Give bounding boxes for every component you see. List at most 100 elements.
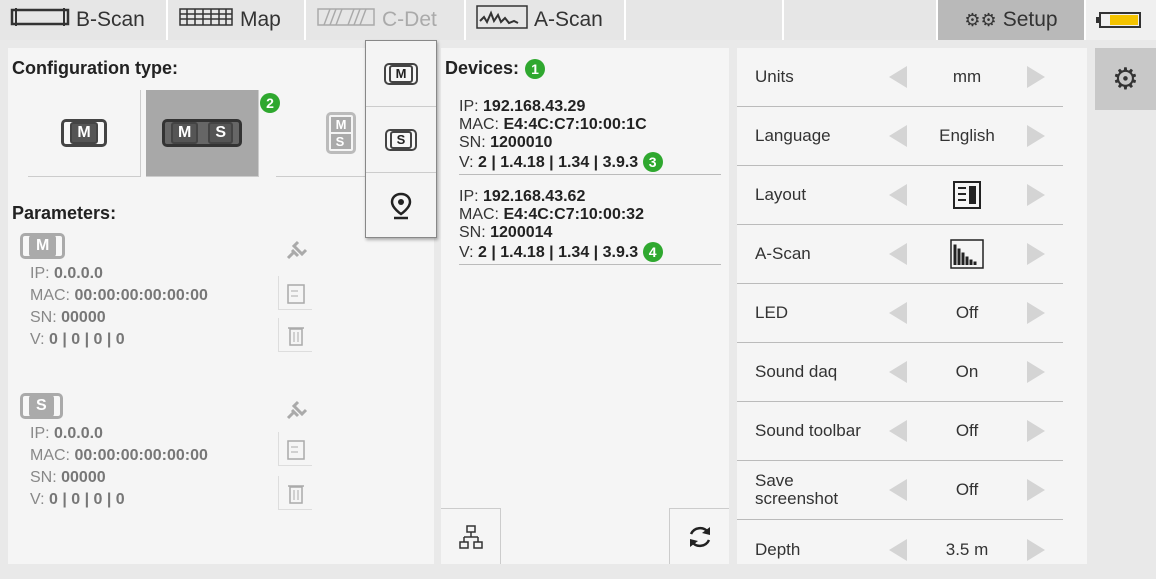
right-arrow-icon[interactable]: [1027, 361, 1045, 383]
param-v: V: 0 | 0 | 0 | 0: [30, 491, 125, 508]
step-badge: 4: [642, 242, 663, 262]
param-block-s: S IP: 0.0.0.0 MAC: 00:00:00:00:00:00 SN:…: [20, 393, 208, 511]
param-v: V: 0 | 0 | 0 | 0: [30, 331, 125, 348]
device-v: V: 2 | 1.4.18 | 1.34 | 3.9.3 4: [459, 242, 721, 262]
gears-icon: ⚙⚙: [964, 9, 997, 30]
setting-save-screenshot: Save screenshot Off: [737, 461, 1063, 520]
probe-ms-stacked-icon: M S: [325, 112, 357, 154]
trash-icon[interactable]: [278, 318, 312, 352]
setting-led: LED Off: [737, 284, 1063, 343]
devices-panel: Devices: 1 IP: 192.168.43.29 MAC: E4:4C:…: [441, 48, 729, 564]
device-mac: MAC: E4:4C:C7:10:00:32: [459, 206, 644, 223]
battery-icon: [1096, 12, 1141, 28]
device-item[interactable]: IP: 192.168.43.29 MAC: E4:4C:C7:10:00:1C…: [459, 98, 721, 175]
param-sn: SN: 00000: [30, 309, 106, 326]
right-arrow-icon[interactable]: [1027, 184, 1045, 206]
plug-icon[interactable]: [284, 238, 310, 269]
device-ip: IP: 192.168.43.29: [459, 98, 586, 115]
setting-value: Off: [955, 421, 979, 440]
right-arrow-icon[interactable]: [1027, 302, 1045, 324]
setting-value: [907, 239, 1027, 269]
side-toolbar: ⚙: [1095, 48, 1156, 564]
left-arrow-icon[interactable]: [889, 125, 907, 147]
tab-label: C-Det: [382, 8, 437, 31]
tab-setup[interactable]: ⚙⚙ Setup: [938, 0, 1086, 40]
tab-cdet[interactable]: C-Det: [306, 0, 466, 40]
tab-label: A-Scan: [534, 8, 603, 31]
config-ms-stacked-button[interactable]: M S: [276, 90, 366, 177]
tab-ascan[interactable]: A-Scan: [466, 0, 626, 40]
ascan-graph-icon: [950, 239, 984, 269]
device-sn: SN: 1200010: [459, 134, 553, 151]
popup-item-location[interactable]: [366, 173, 436, 239]
clipboard-icon[interactable]: [278, 276, 312, 310]
left-arrow-icon[interactable]: [889, 243, 907, 265]
setting-label: Sound daq: [755, 362, 838, 381]
setting-value: 3.5 m: [945, 539, 989, 559]
probe-s-icon: S: [384, 128, 418, 151]
tab-label: B-Scan: [76, 8, 145, 31]
setting-ascan: A-Scan: [737, 225, 1063, 284]
right-arrow-icon[interactable]: [1027, 479, 1045, 501]
param-mac: MAC: 00:00:00:00:00:00: [30, 287, 208, 304]
setting-label: LED: [755, 303, 789, 322]
device-item[interactable]: IP: 192.168.43.62 MAC: E4:4C:C7:10:00:32…: [459, 188, 721, 265]
setting-sound-toolbar: Sound toolbar Off: [737, 402, 1063, 461]
popup-item-s[interactable]: S: [366, 107, 436, 173]
config-ms-button[interactable]: MS: [146, 90, 259, 177]
probe-s-icon: S: [20, 393, 63, 419]
parameters-title: Parameters:: [12, 203, 117, 223]
setting-label: Sound toolbar: [755, 421, 861, 440]
tab-map[interactable]: Map: [168, 0, 306, 40]
setting-label: Layout: [755, 185, 807, 204]
refresh-icon: [689, 526, 710, 547]
right-arrow-icon[interactable]: [1027, 420, 1045, 442]
plug-icon[interactable]: [284, 398, 310, 429]
tab-bscan[interactable]: B-Scan: [0, 0, 168, 40]
setting-value: Off: [955, 480, 979, 499]
left-arrow-icon[interactable]: [889, 538, 907, 561]
setting-depth: Depth 3.5 m: [737, 520, 1063, 579]
clipboard-icon[interactable]: [278, 432, 312, 466]
setting-label: Language: [755, 126, 831, 145]
setting-value: On: [955, 362, 979, 381]
config-m-button[interactable]: M: [28, 90, 141, 177]
device-ip: IP: 192.168.43.62: [459, 188, 586, 205]
left-arrow-icon[interactable]: [889, 420, 907, 442]
popup-item-m[interactable]: M: [366, 41, 436, 107]
right-arrow-icon[interactable]: [1027, 125, 1045, 147]
trash-icon[interactable]: [278, 476, 312, 510]
probe-m-icon: M: [61, 119, 107, 147]
device-mac: MAC: E4:4C:C7:10:00:1C: [459, 116, 647, 133]
right-arrow-icon[interactable]: [1027, 538, 1045, 561]
battery-indicator: [1086, 0, 1156, 40]
param-ip: IP: 0.0.0.0: [30, 265, 103, 282]
left-arrow-icon[interactable]: [889, 302, 907, 324]
setting-label: Units: [755, 67, 794, 86]
tab-label: Map: [240, 8, 281, 31]
left-arrow-icon[interactable]: [889, 479, 907, 501]
top-bar: B-Scan Map C-Det A-Scan ⚙⚙ Setup: [0, 0, 1156, 40]
devices-title: Devices:: [445, 58, 520, 78]
refresh-button[interactable]: [669, 508, 729, 564]
right-arrow-icon[interactable]: [1027, 66, 1045, 88]
location-pin-icon: [390, 192, 412, 220]
map-grid-icon: [178, 6, 234, 34]
tab-label: Setup: [1002, 8, 1058, 31]
param-mac: MAC: 00:00:00:00:00:00: [30, 447, 208, 464]
left-arrow-icon[interactable]: [889, 66, 907, 88]
param-sn: SN: 00000: [30, 469, 106, 486]
setting-value: Off: [955, 303, 979, 322]
device-v: V: 2 | 1.4.18 | 1.34 | 3.9.3 3: [459, 152, 721, 172]
gear-icon: ⚙: [1112, 62, 1139, 96]
cdet-icon: [316, 6, 376, 34]
settings-button[interactable]: ⚙: [1095, 48, 1156, 110]
left-arrow-icon[interactable]: [889, 361, 907, 383]
left-arrow-icon[interactable]: [889, 184, 907, 206]
probe-type-popup: M S: [365, 40, 437, 238]
bscan-icon: [10, 6, 70, 34]
right-arrow-icon[interactable]: [1027, 243, 1045, 265]
setting-value: mm: [952, 67, 982, 86]
network-button[interactable]: [441, 508, 501, 564]
setting-value: English: [939, 126, 995, 145]
